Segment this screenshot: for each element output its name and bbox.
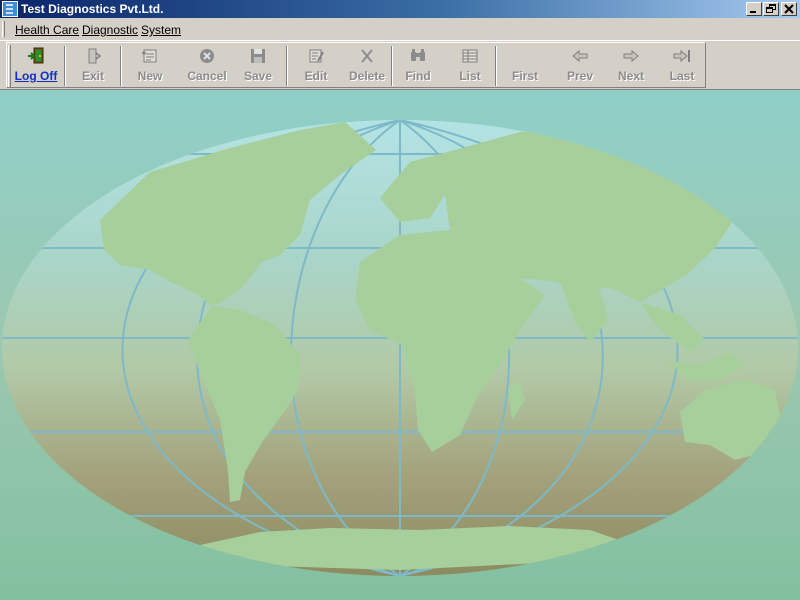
delete-label: Delete (348, 69, 386, 83)
edit-label: Edit (304, 69, 328, 83)
minimize-icon (750, 11, 756, 13)
last-label: Last (669, 69, 695, 83)
toolbar-panel: Log Off Exit New Cancel Save Edit Delete… (6, 42, 706, 88)
main-client-area (0, 90, 800, 600)
new-button[interactable]: New (127, 47, 173, 87)
list-button[interactable]: List (450, 47, 490, 87)
delete-button[interactable]: Delete (339, 47, 395, 87)
cancel-button[interactable]: Cancel (179, 47, 235, 87)
restore-button[interactable] (763, 2, 779, 16)
toolbar-separator (64, 46, 66, 86)
cancel-label: Cancel (187, 69, 227, 83)
save-button[interactable]: Save (235, 47, 281, 87)
new-record-icon (142, 49, 157, 63)
log-off-button[interactable]: Log Off (12, 47, 60, 87)
delete-x-icon (361, 49, 373, 63)
next-button[interactable]: Next (609, 47, 653, 87)
toolbar-grip[interactable] (8, 45, 11, 87)
list-label: List (459, 69, 481, 83)
first-record-icon (516, 47, 534, 65)
toolbar-separator (495, 46, 497, 86)
door-icon (88, 48, 102, 64)
app-icon[interactable] (2, 1, 18, 17)
next-label: Next (617, 69, 644, 83)
prev-button[interactable]: Prev (557, 47, 603, 87)
cancel-icon (200, 49, 214, 63)
new-label: New (137, 69, 163, 83)
arrow-right-icon (623, 49, 639, 63)
close-icon (784, 4, 794, 14)
close-button[interactable] (781, 2, 797, 16)
toolbar-separator (120, 46, 122, 86)
exit-door-icon (28, 47, 44, 64)
restore-icon (766, 4, 776, 13)
last-record-icon (673, 49, 690, 63)
last-button[interactable]: Last (660, 47, 704, 87)
first-button[interactable]: First (502, 47, 548, 87)
edit-icon (309, 49, 324, 63)
save-label: Save (243, 69, 273, 83)
menu-health-care[interactable]: Health Care (15, 23, 79, 37)
arrow-left-icon (572, 49, 588, 63)
binoculars-icon (411, 49, 425, 61)
floppy-disk-icon (251, 49, 265, 63)
toolbar: Log Off Exit New Cancel Save Edit Delete… (0, 41, 800, 90)
minimize-button[interactable] (746, 2, 762, 16)
find-button[interactable]: Find (398, 47, 438, 87)
menu-diagnostic[interactable]: Diagnostic (82, 23, 138, 37)
title-bar[interactable]: Test Diagnostics Pvt.Ltd. (0, 0, 800, 18)
find-label: Find (405, 69, 431, 83)
menu-bar: Health Care Diagnostic System (0, 18, 800, 41)
world-map-background (0, 90, 800, 600)
edit-button[interactable]: Edit (293, 47, 339, 87)
log-off-label: Log Off (14, 69, 58, 83)
prev-label: Prev (566, 69, 594, 83)
exit-label: Exit (81, 69, 104, 83)
list-grid-icon (462, 49, 478, 63)
menu-system[interactable]: System (141, 23, 181, 37)
menu-grip[interactable] (2, 21, 5, 37)
exit-button[interactable]: Exit (71, 47, 115, 87)
window-title: Test Diagnostics Pvt.Ltd. (21, 2, 164, 16)
first-label: First (511, 69, 538, 83)
toolbar-separator (286, 46, 288, 86)
toolbar-separator (391, 46, 393, 86)
